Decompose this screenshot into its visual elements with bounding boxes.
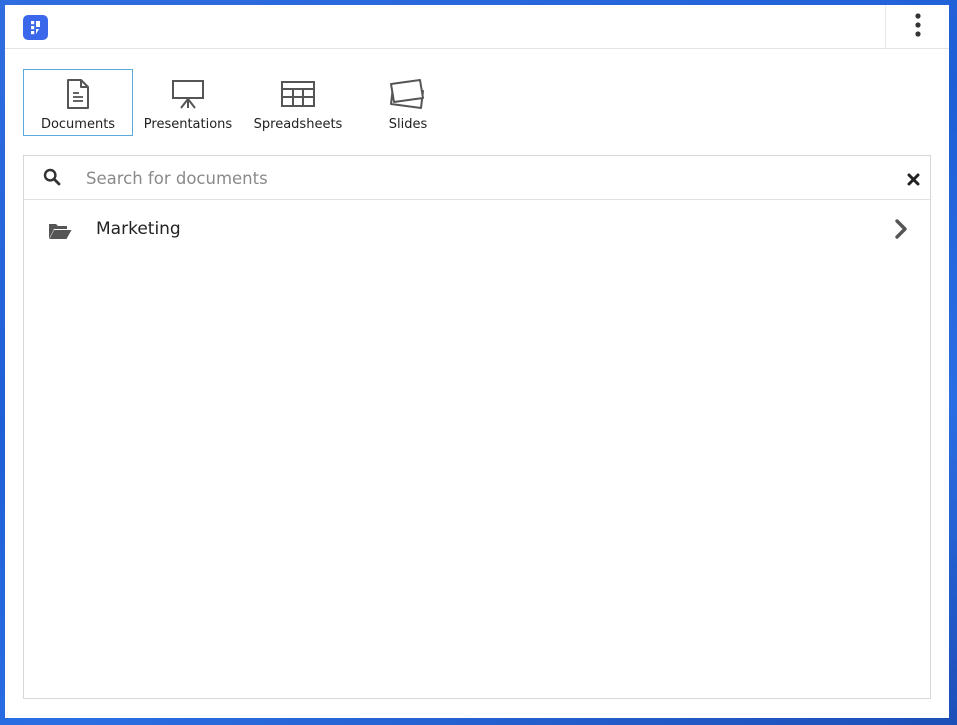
tab-label: Spreadsheets: [253, 117, 343, 132]
document-icon: [65, 77, 91, 111]
app-logo-icon: [23, 15, 48, 40]
search-input[interactable]: [86, 165, 886, 191]
more-menu-button[interactable]: [885, 5, 949, 48]
list-item-folder[interactable]: Marketing: [24, 200, 930, 260]
tab-presentations[interactable]: Presentations: [133, 69, 243, 136]
document-browser-panel: Marketing: [23, 155, 931, 699]
close-icon[interactable]: [907, 171, 920, 190]
presentation-icon: [171, 77, 205, 111]
tab-label: Documents: [40, 117, 116, 132]
top-bar: [5, 5, 949, 49]
spreadsheet-icon: [280, 77, 316, 111]
slides-icon: [388, 77, 428, 111]
tab-label: Slides: [388, 117, 428, 132]
chevron-right-icon: [894, 219, 908, 243]
tab-documents[interactable]: Documents: [23, 69, 133, 136]
search-icon: [43, 168, 61, 190]
tab-slides[interactable]: Slides: [353, 69, 463, 136]
folder-open-icon: [48, 222, 72, 244]
search-bar: [24, 156, 930, 200]
tab-label: Presentations: [143, 117, 233, 132]
file-picker-window: Documents Presentations Spreadsheets Sli…: [5, 5, 949, 718]
folder-name: Marketing: [96, 219, 181, 239]
more-vertical-icon: [914, 12, 921, 41]
tab-spreadsheets[interactable]: Spreadsheets: [243, 69, 353, 136]
